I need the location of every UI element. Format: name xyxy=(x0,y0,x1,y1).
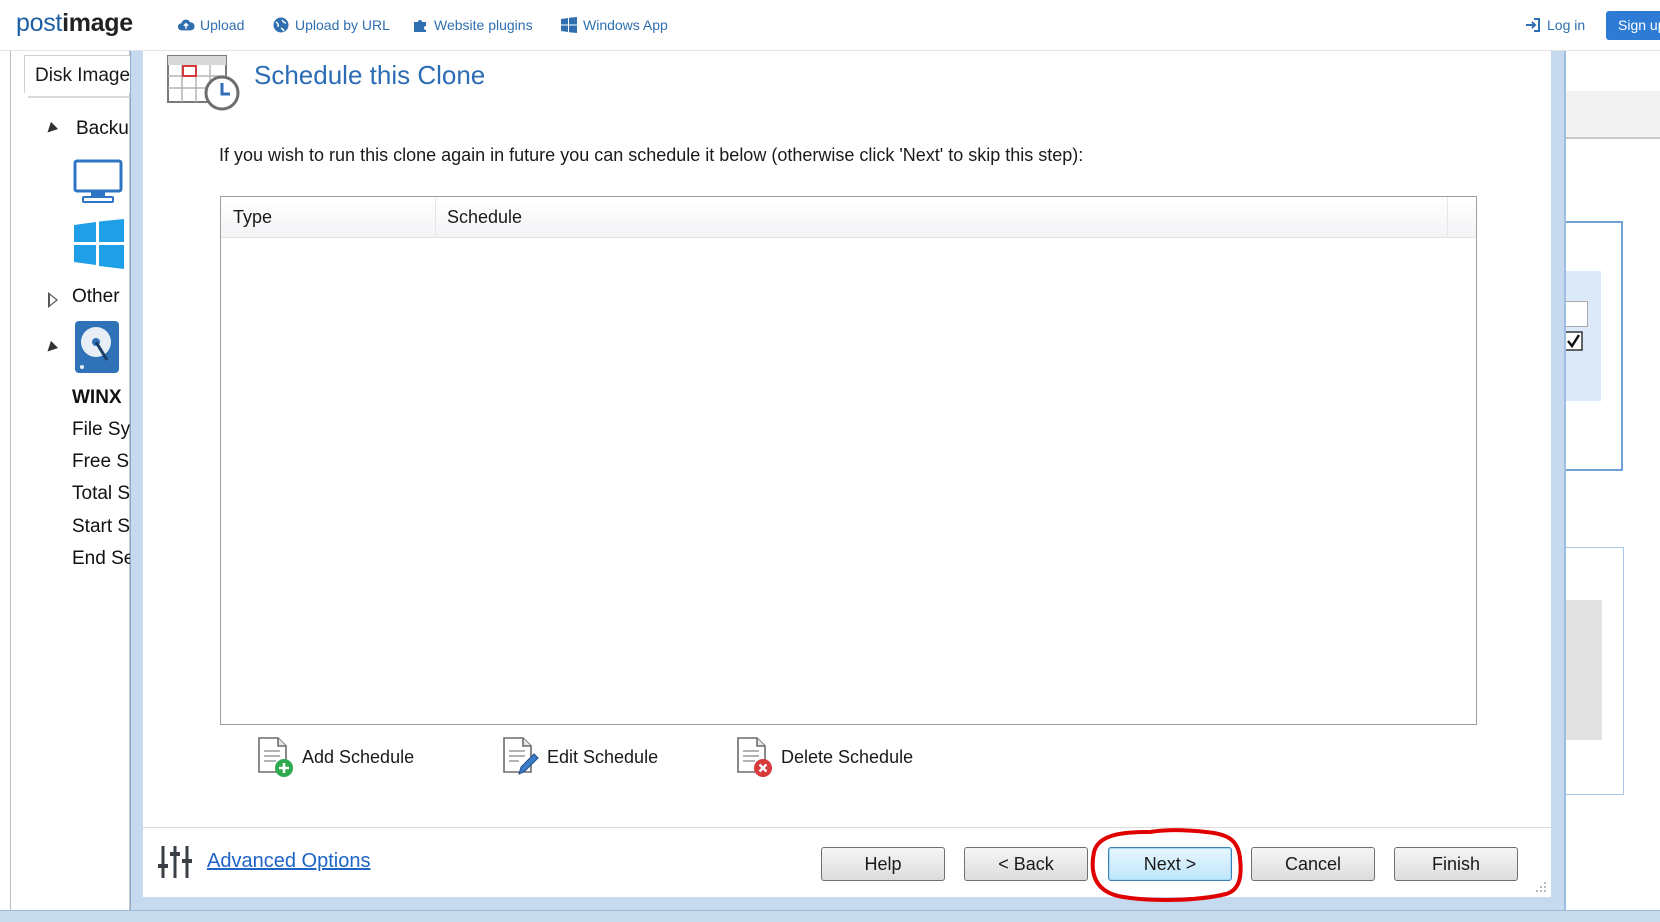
column-header-type[interactable]: Type xyxy=(221,197,435,237)
delete-document-icon xyxy=(737,737,772,777)
finish-button-label: Finish xyxy=(1431,853,1480,874)
edit-document-icon xyxy=(503,737,539,775)
nav-website-plugins-label: Website plugins xyxy=(434,17,533,33)
background-app-right-panel xyxy=(1566,51,1660,915)
help-button[interactable]: Help xyxy=(821,847,945,881)
windows-logo-icon xyxy=(74,219,124,269)
column-header-schedule[interactable]: Schedule xyxy=(435,197,1435,237)
disk-field-label: Start S xyxy=(72,516,130,537)
checkbox-checked-icon[interactable] xyxy=(1566,331,1584,351)
back-button[interactable]: < Back xyxy=(964,847,1088,881)
nav-upload-link[interactable]: Upload xyxy=(177,17,244,33)
window-edge-line xyxy=(10,51,11,915)
tree-backup-label[interactable]: Backu xyxy=(76,118,130,140)
disk-field-label: End Se xyxy=(72,548,130,569)
login-label: Log in xyxy=(1547,17,1586,33)
puzzle-icon xyxy=(414,20,426,32)
computer-icon xyxy=(73,159,123,203)
add-schedule-button[interactable]: Add Schedule xyxy=(256,735,414,779)
edit-schedule-label: Edit Schedule xyxy=(547,746,659,767)
sliders-icon[interactable] xyxy=(157,842,197,882)
dialog-title: Schedule this Clone xyxy=(254,60,486,90)
disk-field-label: Free Sp xyxy=(72,451,130,472)
cancel-button-label: Cancel xyxy=(1284,853,1342,874)
advanced-options-link[interactable]: Advanced Options xyxy=(207,850,370,873)
windows-icon xyxy=(561,17,577,33)
cancel-button[interactable]: Cancel xyxy=(1251,847,1375,881)
next-highlight-annotation xyxy=(1090,828,1243,902)
collapsed-triangle-inner xyxy=(50,295,56,305)
resize-grip-icon[interactable] xyxy=(1534,880,1548,894)
cloud-upload-icon xyxy=(177,19,195,31)
nav-upload-label: Upload xyxy=(200,17,245,33)
hard-disk-icon xyxy=(75,321,119,373)
nav-upload-by-url-link[interactable]: Upload by URL xyxy=(272,17,390,33)
disk-image-tab[interactable]: Disk Image xyxy=(24,55,134,93)
login-icon xyxy=(1526,18,1540,32)
postimage-logo[interactable]: postimage xyxy=(16,9,133,38)
nav-windows-app-link[interactable]: Windows App xyxy=(560,17,668,33)
nav-upload-by-url-label: Upload by URL xyxy=(295,17,390,33)
right-lower-box xyxy=(1566,547,1624,795)
right-header-band xyxy=(1566,91,1660,139)
right-toolbar-area xyxy=(1566,51,1660,95)
add-document-icon xyxy=(258,737,293,777)
globe-icon xyxy=(273,17,289,33)
expanded-triangle-icon[interactable] xyxy=(43,340,59,356)
signup-label: Sign up xyxy=(1618,17,1660,33)
right-lower-gray-block xyxy=(1566,600,1602,740)
background-app-left-panel: Disk Image Backu Other WINX File Sy Free… xyxy=(0,51,134,915)
right-input-stub[interactable] xyxy=(1566,301,1588,327)
nav-website-plugins-link[interactable]: Website plugins xyxy=(411,17,533,33)
disk-field-label: Total S xyxy=(72,483,130,504)
table-header: Type Schedule xyxy=(221,197,1476,238)
right-group-box xyxy=(1566,221,1623,471)
dialog-instruction: If you wish to run this clone again in f… xyxy=(219,145,1084,165)
logo-light-text: post xyxy=(16,9,63,37)
logo-bold-text: image xyxy=(62,9,133,37)
tree-other-label[interactable]: Other xyxy=(72,286,130,308)
expanded-triangle-icon[interactable] xyxy=(43,121,59,137)
taskbar-strip xyxy=(0,910,1660,922)
finish-button[interactable]: Finish xyxy=(1394,847,1518,881)
tab-underline xyxy=(28,96,130,98)
help-button-label: Help xyxy=(864,853,902,874)
table-body-empty[interactable] xyxy=(221,238,1476,724)
nav-windows-app-label: Windows App xyxy=(583,17,668,33)
back-button-label: < Back xyxy=(998,853,1054,874)
footer-separator xyxy=(143,827,1551,828)
add-schedule-label: Add Schedule xyxy=(302,746,415,767)
disk-field-label: File Sy xyxy=(72,419,130,440)
tree-disk-label[interactable]: WINX xyxy=(72,387,130,409)
postimage-topbar: postimage Upload Upload by URL Website p… xyxy=(0,0,1660,51)
column-separator[interactable] xyxy=(1447,197,1448,237)
edit-schedule-button[interactable]: Edit Schedule xyxy=(501,735,658,779)
delete-schedule-label: Delete Schedule xyxy=(781,746,914,767)
login-link[interactable]: Log in xyxy=(1524,17,1585,33)
schedule-table: Type Schedule xyxy=(220,196,1477,725)
calendar-clock-icon xyxy=(167,55,240,111)
disk-image-tab-label: Disk Image xyxy=(35,65,131,86)
delete-schedule-button[interactable]: Delete Schedule xyxy=(735,735,913,779)
signup-button[interactable]: Sign up xyxy=(1606,11,1660,40)
